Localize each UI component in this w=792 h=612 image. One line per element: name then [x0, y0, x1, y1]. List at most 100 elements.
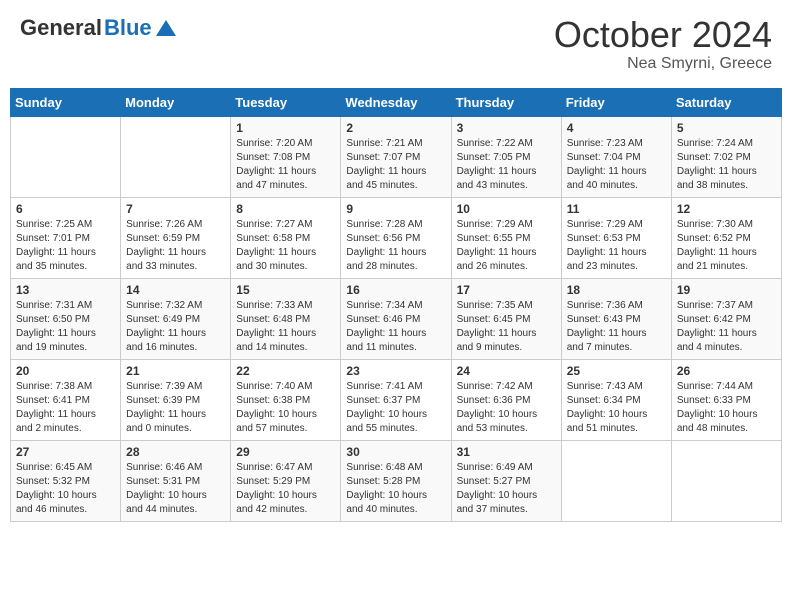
page-header: General Blue October 2024 Nea Smyrni, Gr…	[10, 10, 782, 78]
calendar-day-header: Saturday	[671, 88, 781, 116]
day-number: 19	[677, 283, 776, 297]
day-number: 10	[457, 202, 556, 216]
calendar-cell: 17Sunrise: 7:35 AMSunset: 6:45 PMDayligh…	[451, 278, 561, 359]
day-number: 26	[677, 364, 776, 378]
calendar-day-header: Thursday	[451, 88, 561, 116]
calendar-cell: 6 Sunrise: 7:25 AMSunset: 7:01 PMDaylight…	[11, 197, 121, 278]
day-number: 28	[126, 445, 225, 459]
day-number: 21	[126, 364, 225, 378]
calendar-cell: 9 Sunrise: 7:28 AMSunset: 6:56 PMDaylight…	[341, 197, 451, 278]
calendar-day-header: Wednesday	[341, 88, 451, 116]
day-number: 12	[677, 202, 776, 216]
day-number: 7	[126, 202, 225, 216]
calendar-cell: 13 Sunrise: 7:31 AMSunset: 6:50 PMDayligh…	[11, 278, 121, 359]
day-number: 24	[457, 364, 556, 378]
day-info: Sunrise: 7:33 AMSunset: 6:48 PMDaylight:…	[236, 299, 335, 355]
day-info: Sunrise: 7:23 AMSunset: 7:04 PMDaylight:…	[567, 137, 666, 193]
day-info: Sunrise: 7:29 AMSunset: 6:53 PMDaylight:…	[567, 218, 666, 274]
day-number: 22	[236, 364, 335, 378]
calendar-cell: 27 Sunrise: 6:45 AMSunset: 5:32 PMDayligh…	[11, 440, 121, 521]
day-number: 20	[16, 364, 115, 378]
day-number: 8	[236, 202, 335, 216]
calendar-cell: 23Sunrise: 7:41 AMSunset: 6:37 PMDayligh…	[341, 359, 451, 440]
calendar-cell: 8Sunrise: 7:27 AMSunset: 6:58 PMDaylight…	[231, 197, 341, 278]
day-info: Sunrise: 7:37 AMSunset: 6:42 PMDaylight:…	[677, 299, 776, 355]
location-subtitle: Nea Smyrni, Greece	[554, 55, 772, 73]
day-info: Sunrise: 7:31 AMSunset: 6:50 PMDaylight:…	[16, 299, 115, 355]
calendar-cell: 1 Sunrise: 7:20 AMSunset: 7:08 PMDaylight…	[231, 116, 341, 197]
calendar-cell: 11Sunrise: 7:29 AMSunset: 6:53 PMDayligh…	[561, 197, 671, 278]
calendar-cell: 20Sunrise: 7:38 AMSunset: 6:41 PMDayligh…	[11, 359, 121, 440]
day-info: Sunrise: 7:20 AMSunset: 7:08 PMDaylight:…	[236, 137, 335, 193]
day-info: Sunrise: 6:46 AMSunset: 5:31 PMDaylight:…	[126, 461, 225, 517]
month-title: October 2024	[554, 15, 772, 55]
day-info: Sunrise: 7:22 AMSunset: 7:05 PMDaylight:…	[457, 137, 556, 193]
calendar-cell	[121, 116, 231, 197]
day-info: Sunrise: 7:35 AMSunset: 6:45 PMDaylight:…	[457, 299, 556, 355]
day-number: 31	[457, 445, 556, 459]
day-info: Sunrise: 7:43 AMSunset: 6:34 PMDaylight:…	[567, 380, 666, 436]
calendar-body: 1 Sunrise: 7:20 AMSunset: 7:08 PMDaylight…	[11, 116, 782, 521]
calendar-cell	[561, 440, 671, 521]
day-info: Sunrise: 7:42 AMSunset: 6:36 PMDaylight:…	[457, 380, 556, 436]
calendar-cell: 7 Sunrise: 7:26 AMSunset: 6:59 PMDaylight…	[121, 197, 231, 278]
calendar-cell: 21Sunrise: 7:39 AMSunset: 6:39 PMDayligh…	[121, 359, 231, 440]
logo: General Blue	[20, 15, 176, 41]
calendar-header-row: SundayMondayTuesdayWednesdayThursdayFrid…	[11, 88, 782, 116]
calendar-cell: 2 Sunrise: 7:21 AMSunset: 7:07 PMDaylight…	[341, 116, 451, 197]
day-info: Sunrise: 6:45 AMSunset: 5:32 PMDaylight:…	[16, 461, 115, 517]
logo-general: General	[20, 15, 102, 41]
calendar-cell: 28 Sunrise: 6:46 AMSunset: 5:31 PMDayligh…	[121, 440, 231, 521]
calendar-cell: 22 Sunrise: 7:40 AMSunset: 6:38 PMDayligh…	[231, 359, 341, 440]
calendar-cell: 25 Sunrise: 7:43 AMSunset: 6:34 PMDayligh…	[561, 359, 671, 440]
day-number: 14	[126, 283, 225, 297]
calendar-cell	[11, 116, 121, 197]
day-info: Sunrise: 7:29 AMSunset: 6:55 PMDaylight:…	[457, 218, 556, 274]
calendar-cell: 3 Sunrise: 7:22 AMSunset: 7:05 PMDaylight…	[451, 116, 561, 197]
calendar-cell: 14Sunrise: 7:32 AMSunset: 6:49 PMDayligh…	[121, 278, 231, 359]
day-number: 29	[236, 445, 335, 459]
calendar-day-header: Friday	[561, 88, 671, 116]
calendar-week-row: 27 Sunrise: 6:45 AMSunset: 5:32 PMDayligh…	[11, 440, 782, 521]
day-number: 16	[346, 283, 445, 297]
day-number: 6	[16, 202, 115, 216]
day-number: 2	[346, 121, 445, 135]
day-number: 25	[567, 364, 666, 378]
calendar-cell: 19 Sunrise: 7:37 AMSunset: 6:42 PMDayligh…	[671, 278, 781, 359]
day-number: 15	[236, 283, 335, 297]
day-info: Sunrise: 7:28 AMSunset: 6:56 PMDaylight:…	[346, 218, 445, 274]
calendar-cell: 31Sunrise: 6:49 AMSunset: 5:27 PMDayligh…	[451, 440, 561, 521]
day-number: 30	[346, 445, 445, 459]
calendar-cell: 29Sunrise: 6:47 AMSunset: 5:29 PMDayligh…	[231, 440, 341, 521]
day-info: Sunrise: 7:40 AMSunset: 6:38 PMDaylight:…	[236, 380, 335, 436]
day-info: Sunrise: 6:48 AMSunset: 5:28 PMDaylight:…	[346, 461, 445, 517]
day-number: 3	[457, 121, 556, 135]
day-number: 27	[16, 445, 115, 459]
day-info: Sunrise: 7:21 AMSunset: 7:07 PMDaylight:…	[346, 137, 445, 193]
calendar-cell: 10 Sunrise: 7:29 AMSunset: 6:55 PMDayligh…	[451, 197, 561, 278]
day-info: Sunrise: 7:26 AMSunset: 6:59 PMDaylight:…	[126, 218, 225, 274]
calendar-cell: 5Sunrise: 7:24 AMSunset: 7:02 PMDaylight…	[671, 116, 781, 197]
calendar-week-row: 1 Sunrise: 7:20 AMSunset: 7:08 PMDaylight…	[11, 116, 782, 197]
calendar-cell: 4Sunrise: 7:23 AMSunset: 7:04 PMDaylight…	[561, 116, 671, 197]
calendar-week-row: 20Sunrise: 7:38 AMSunset: 6:41 PMDayligh…	[11, 359, 782, 440]
calendar-cell: 24 Sunrise: 7:42 AMSunset: 6:36 PMDayligh…	[451, 359, 561, 440]
day-number: 9	[346, 202, 445, 216]
calendar-cell: 12Sunrise: 7:30 AMSunset: 6:52 PMDayligh…	[671, 197, 781, 278]
day-info: Sunrise: 7:44 AMSunset: 6:33 PMDaylight:…	[677, 380, 776, 436]
day-number: 18	[567, 283, 666, 297]
calendar-day-header: Sunday	[11, 88, 121, 116]
calendar-cell: 30 Sunrise: 6:48 AMSunset: 5:28 PMDayligh…	[341, 440, 451, 521]
day-info: Sunrise: 7:25 AMSunset: 7:01 PMDaylight:…	[16, 218, 115, 274]
day-number: 1	[236, 121, 335, 135]
calendar-day-header: Tuesday	[231, 88, 341, 116]
calendar-week-row: 13 Sunrise: 7:31 AMSunset: 6:50 PMDayligh…	[11, 278, 782, 359]
calendar-week-row: 6 Sunrise: 7:25 AMSunset: 7:01 PMDaylight…	[11, 197, 782, 278]
calendar-cell: 16Sunrise: 7:34 AMSunset: 6:46 PMDayligh…	[341, 278, 451, 359]
logo-blue: Blue	[104, 15, 152, 41]
calendar-cell: 26 Sunrise: 7:44 AMSunset: 6:33 PMDayligh…	[671, 359, 781, 440]
day-number: 13	[16, 283, 115, 297]
calendar-cell	[671, 440, 781, 521]
calendar-cell: 15 Sunrise: 7:33 AMSunset: 6:48 PMDayligh…	[231, 278, 341, 359]
title-section: October 2024 Nea Smyrni, Greece	[554, 15, 772, 73]
